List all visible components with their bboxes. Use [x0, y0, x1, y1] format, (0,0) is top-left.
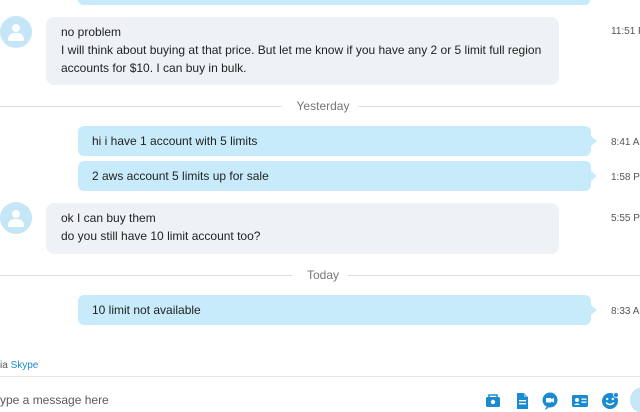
message-text: accounts for $10. I can buy in bulk.	[61, 61, 247, 75]
message-text: 10 limit not available	[92, 303, 201, 317]
skype-link[interactable]: Skype	[11, 360, 39, 371]
message-timestamp: 8:33 AM	[611, 306, 640, 317]
via-skype-note: ia Skype	[0, 360, 38, 371]
message-timestamp: 11:51 PM	[611, 26, 640, 37]
message-composer	[0, 376, 640, 412]
outgoing-message-bubble: hi i have 1 account with 5 limits	[78, 126, 597, 156]
message-timestamp: 1:58 PM	[611, 172, 640, 183]
outgoing-message-bubble: 10 limit not available	[78, 295, 597, 325]
date-divider-yesterday: Yesterday	[0, 98, 640, 114]
contact-avatar-icon[interactable]	[0, 202, 32, 234]
incoming-message-bubble: no problem I will think about buying at …	[46, 17, 559, 85]
video-message-icon[interactable]	[541, 392, 559, 410]
date-divider-today: Today	[0, 267, 640, 283]
date-divider-label: Yesterday	[296, 99, 350, 113]
previous-message-bubble-edge	[78, 0, 590, 5]
message-text: 2 aws account 5 limits up for sale	[92, 169, 269, 183]
message-timestamp: 8:41 AM	[611, 137, 640, 148]
contact-card-icon[interactable]	[571, 392, 589, 410]
contact-avatar-icon[interactable]	[0, 16, 32, 48]
message-text: hi i have 1 account with 5 limits	[92, 134, 258, 148]
message-text: do you still have 10 limit account too?	[61, 229, 261, 243]
date-divider-label: Today	[306, 268, 340, 282]
message-text: ok I can buy them	[61, 211, 156, 225]
send-button[interactable]	[630, 387, 640, 412]
outgoing-message-bubble: 2 aws account 5 limits up for sale	[78, 161, 597, 191]
message-timestamp: 5:55 PM	[611, 213, 640, 224]
contacts-share-icon[interactable]	[484, 392, 502, 410]
incoming-message-bubble: ok I can buy them do you still have 10 l…	[46, 203, 559, 254]
emoji-icon[interactable]	[601, 392, 619, 410]
via-prefix: ia	[0, 360, 8, 371]
file-icon[interactable]	[513, 392, 531, 410]
message-text: no problem	[61, 25, 122, 39]
message-text: I will think about buying at that price.…	[61, 43, 542, 57]
message-input[interactable]	[0, 391, 460, 409]
